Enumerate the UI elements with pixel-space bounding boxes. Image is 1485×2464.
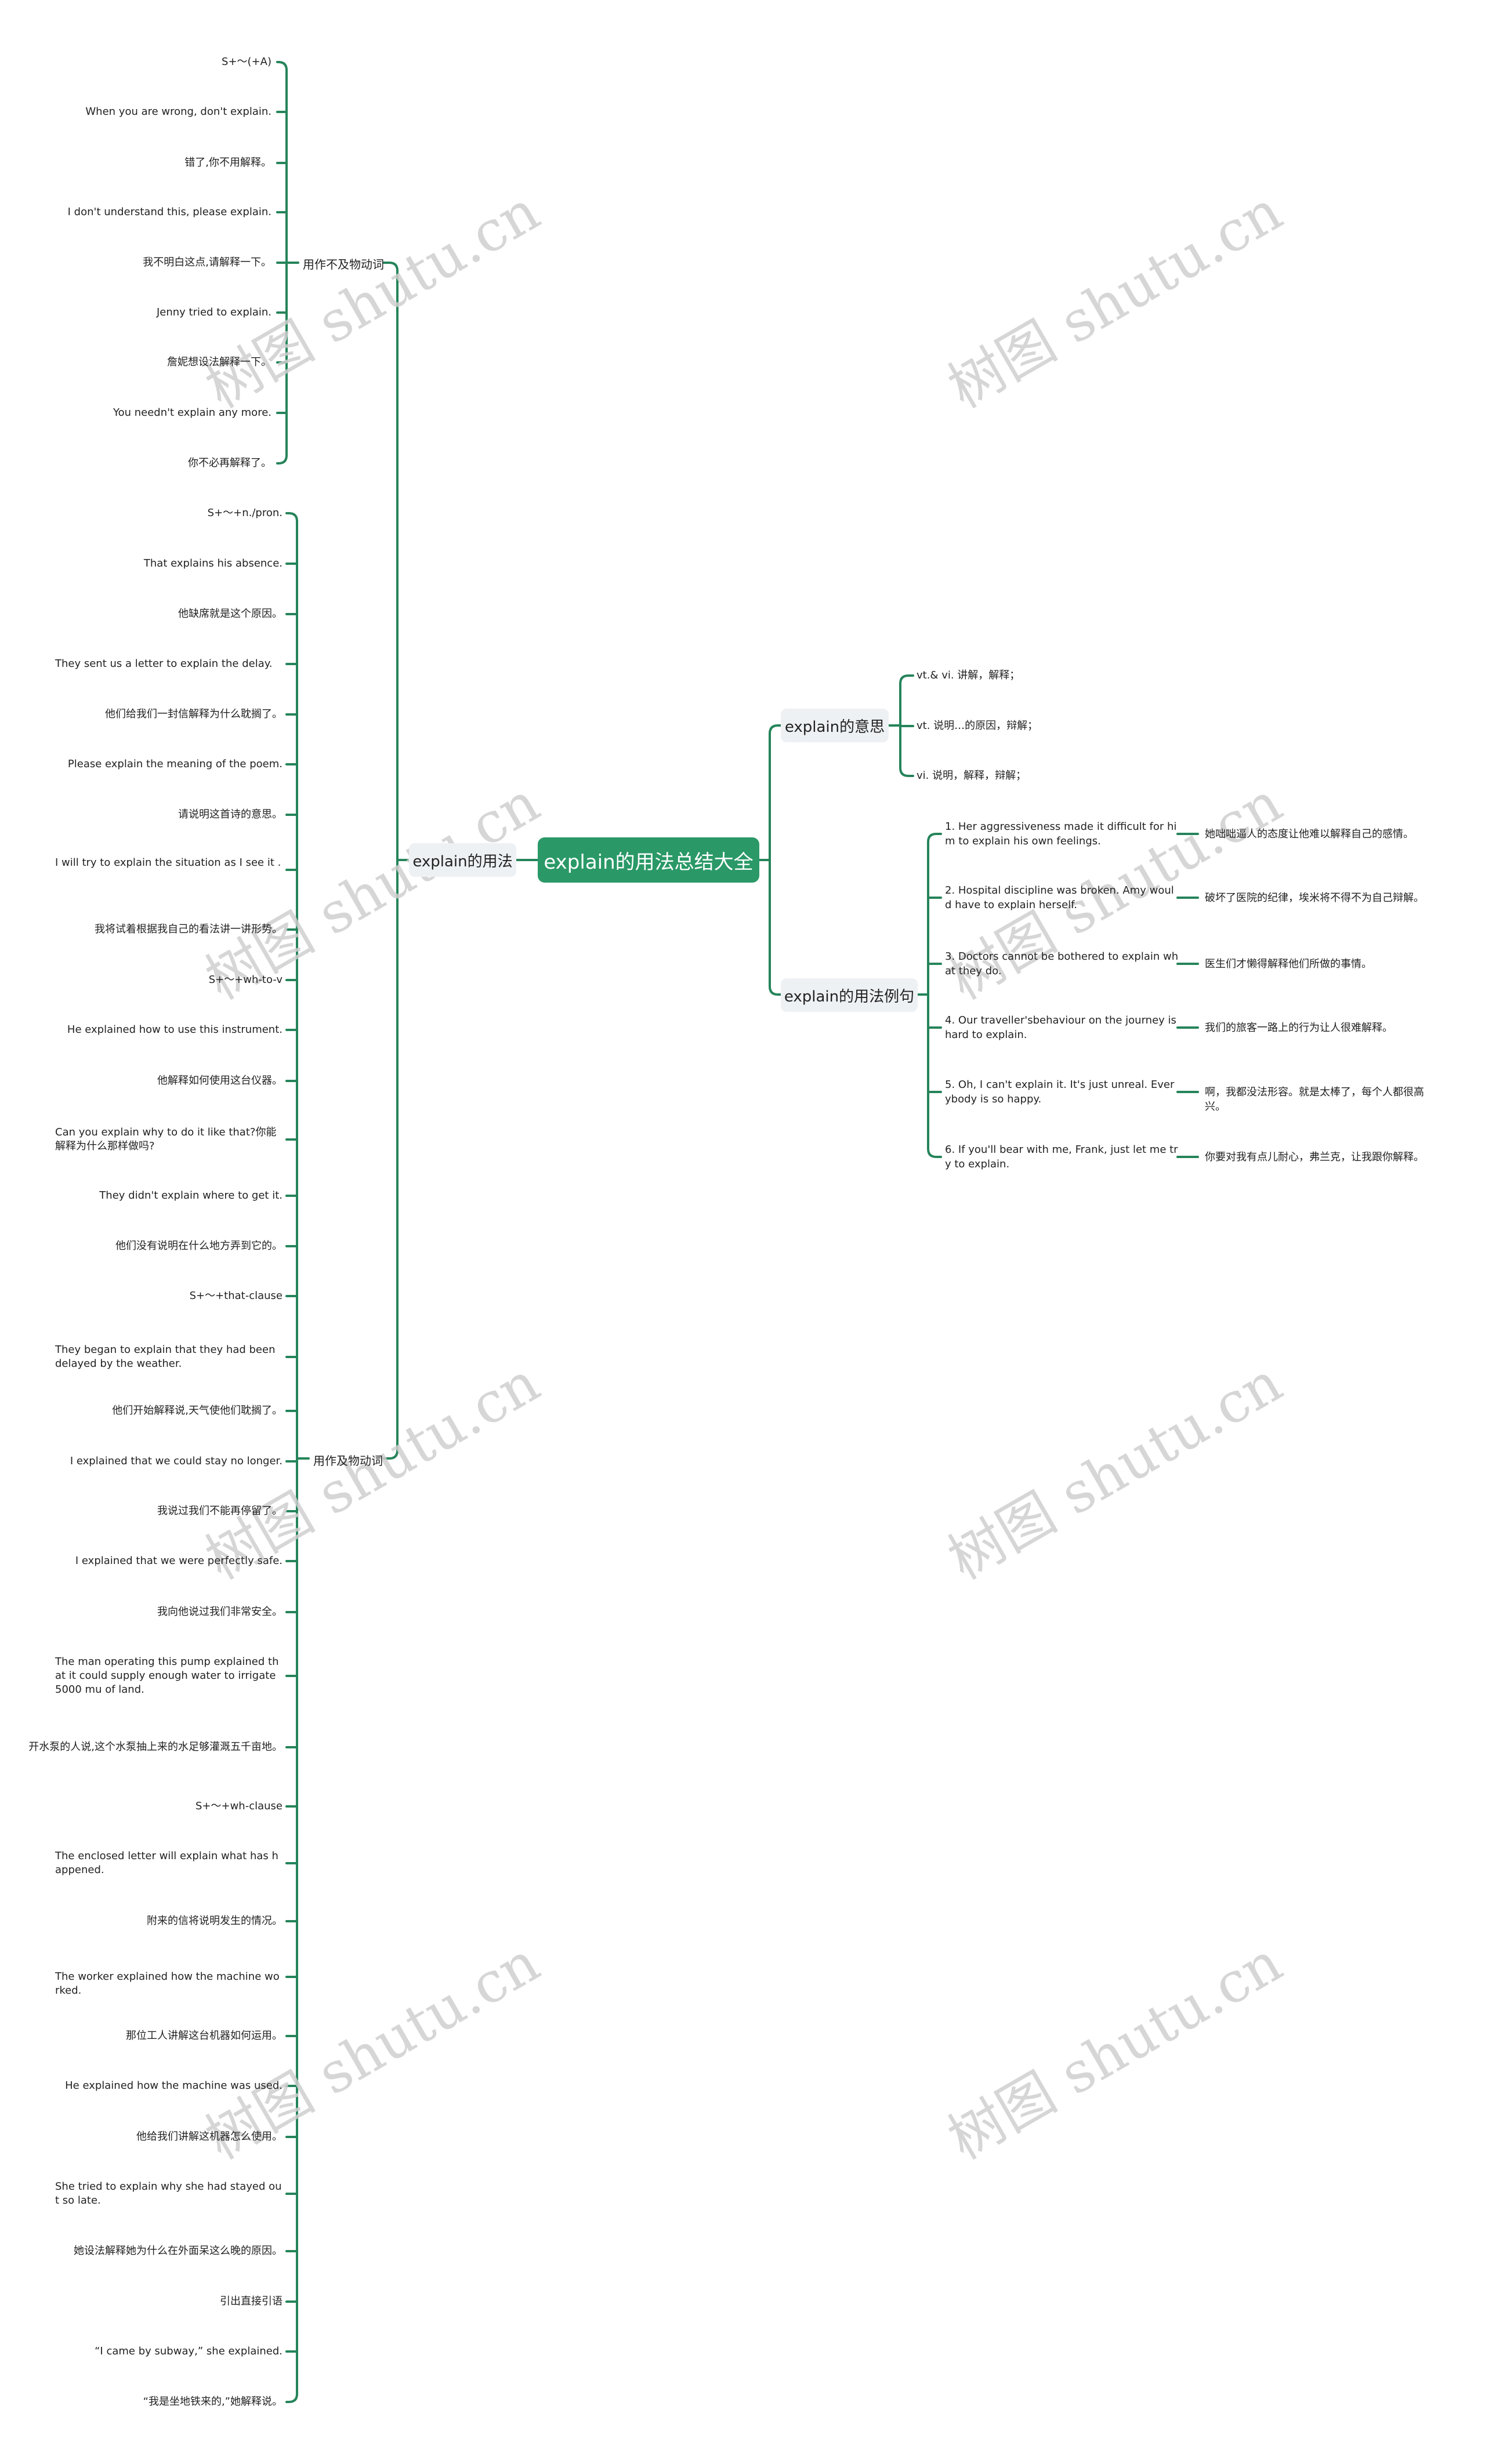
leaf-item[interactable]: 他们开始解释说,天气使他们耽搁了。 (112, 1404, 282, 1418)
leaf-item[interactable]: S+～+wh-clause (195, 1799, 282, 1813)
leaf-item[interactable]: 我不明白这点,请解释一下。 (143, 256, 271, 270)
leaf-item[interactable]: 引出直接引语 (220, 2295, 282, 2309)
leaf-item[interactable]: “我是坐地铁来的,”她解释说。 (143, 2395, 282, 2409)
leaf-item[interactable]: You needn't explain any more. (113, 406, 271, 420)
bracket-examples (927, 1148, 942, 1158)
leaf-item[interactable]: S+～(+A) (222, 55, 271, 69)
bracket-meaning (899, 767, 914, 777)
bracket-transitive (285, 512, 298, 522)
topic-intransitive[interactable]: 用作不及物动词 (303, 255, 384, 272)
leaf-item[interactable]: They began to explain that they had been… (55, 1343, 282, 1371)
leaf-item[interactable]: I explained that we were perfectly safe. (75, 1554, 282, 1568)
bracket-transitive (285, 2393, 298, 2403)
leaf-item[interactable]: When you are wrong, don't explain. (85, 105, 271, 119)
leaf-item[interactable]: 你不必再解释了。 (188, 456, 271, 470)
leaf-item[interactable]: 我将试着根据我自己的看法讲一讲形势。 (95, 923, 282, 937)
leaf-item[interactable]: “I came by subway,” she explained. (95, 2345, 282, 2358)
leaf-item[interactable]: 她设法解释她为什么在外面呆这么晚的原因。 (74, 2244, 282, 2258)
leaf-item[interactable]: I don't understand this, please explain. (68, 205, 271, 219)
leaf-item[interactable]: They sent us a letter to explain the del… (55, 657, 282, 671)
leaf-item[interactable]: She tried to explain why she had stayed … (55, 2180, 282, 2208)
leaf-item[interactable]: Can you explain why to do it like that?你… (55, 1126, 282, 1153)
example-sentence[interactable]: 3. Doctors cannot be bothered to explain… (945, 949, 1180, 978)
leaf-item[interactable]: The worker explained how the machine wor… (55, 1970, 282, 1998)
example-translation[interactable]: 我们的旅客一路上的行为让人很难解释。 (1205, 1021, 1437, 1035)
leaf-item[interactable]: S+～+that-clause (190, 1289, 282, 1303)
leaf-item[interactable]: 我向他说过我们非常安全。 (157, 1605, 282, 1619)
topic-meaning-label: explain的意思 (784, 718, 885, 736)
bracket-examples (927, 833, 942, 843)
meaning-item[interactable]: vt. 说明…的原因，辩解； (917, 719, 1038, 733)
connector-lines (276, 61, 1199, 2403)
leaf-item[interactable]: 他们没有说明在什么地方弄到它的。 (115, 1239, 282, 1253)
example-translation[interactable]: 啊，我都没法形容。就是太棒了，每个人都很高兴。 (1205, 1085, 1437, 1114)
root-topic-label: explain的用法总结大全 (544, 850, 754, 874)
leaf-item[interactable]: 附来的信将说明发生的情况。 (147, 1914, 282, 1928)
leaf-item[interactable]: 他们给我们一封信解释为什么耽搁了。 (105, 707, 282, 721)
leaf-item[interactable]: I will try to explain the situation as I… (55, 856, 282, 870)
root-topic[interactable]: explain的用法总结大全 (538, 837, 759, 883)
example-sentence[interactable]: 4. Our traveller'sbehaviour on the journ… (945, 1013, 1180, 1042)
leaf-item[interactable]: 错了,你不用解释。 (184, 156, 271, 170)
leaf-item[interactable]: That explains his absence. (144, 557, 282, 571)
example-translation[interactable]: 她咄咄逼人的态度让他难以解释自己的感情。 (1205, 827, 1437, 841)
leaf-item[interactable]: 他给我们讲解这机器怎么使用。 (136, 2130, 282, 2144)
topic-transitive[interactable]: 用作及物动词 (313, 1451, 383, 1468)
leaf-item[interactable]: S+～+wh-to-v (209, 973, 282, 987)
leaf-item[interactable]: I explained that we could stay no longer… (70, 1454, 282, 1468)
leaf-item[interactable]: The enclosed letter will explain what ha… (55, 1849, 282, 1877)
leaf-item[interactable]: Jenny tried to explain. (157, 306, 271, 320)
topic-usage[interactable]: explain的用法 (409, 843, 516, 877)
example-sentence[interactable]: 2. Hospital discipline was broken. Amy w… (945, 883, 1180, 912)
leaf-item[interactable]: Please explain the meaning of the poem. (68, 757, 282, 771)
meaning-item[interactable]: vt.& vi. 讲解，解释； (917, 669, 1020, 683)
leaf-item[interactable]: They didn't explain where to get it. (99, 1189, 282, 1203)
topic-usage-label: explain的用法 (412, 852, 513, 870)
leaf-item[interactable]: 我说过我们不能再停留了。 (157, 1504, 282, 1518)
leaf-item[interactable]: 詹妮想设法解释一下。 (167, 355, 271, 369)
leaf-item[interactable]: 他解释如何使用这台仪器。 (157, 1074, 282, 1088)
bracket-usage (383, 262, 399, 1460)
bracket-root-right (769, 724, 782, 996)
example-translation[interactable]: 你要对我有点儿耐心，弗兰克，让我跟你解释。 (1205, 1150, 1437, 1164)
topic-examples[interactable]: explain的用法例句 (781, 978, 918, 1012)
leaf-item[interactable]: 那位工人讲解这台机器如何运用。 (126, 2029, 282, 2043)
example-translation[interactable]: 破坏了医院的纪律，埃米将不得不为自己辩解。 (1205, 891, 1437, 905)
example-sentence[interactable]: 1. Her aggressiveness made it difficult … (945, 819, 1180, 848)
meaning-item[interactable]: vi. 说明，解释，辩解； (917, 769, 1026, 783)
leaf-item[interactable]: 他缺席就是这个原因。 (178, 607, 282, 621)
leaf-item[interactable]: S+～+n./pron. (208, 506, 282, 520)
bracket-intransitive (276, 61, 288, 71)
topic-meaning[interactable]: explain的意思 (781, 709, 889, 742)
example-sentence[interactable]: 5. Oh, I can't explain it. It's just unr… (945, 1077, 1180, 1106)
example-sentence[interactable]: 6. If you'll bear with me, Frank, just l… (945, 1142, 1180, 1171)
leaf-item[interactable]: The man operating this pump explained th… (55, 1655, 282, 1697)
leaf-item[interactable]: 请说明这首诗的意思。 (178, 808, 282, 822)
bracket-intransitive (276, 454, 288, 465)
leaf-item[interactable]: 开水泵的人说,这个水泵抽上来的水足够灌溉五千亩地。 (28, 1740, 282, 1754)
leaf-item[interactable]: He explained how to use this instrument. (67, 1023, 282, 1037)
example-translation[interactable]: 医生们才懒得解释他们所做的事情。 (1205, 957, 1437, 971)
topic-examples-label: explain的用法例句 (784, 988, 915, 1006)
bracket-meaning (899, 674, 914, 685)
leaf-item[interactable]: He explained how the machine was used. (65, 2079, 282, 2093)
